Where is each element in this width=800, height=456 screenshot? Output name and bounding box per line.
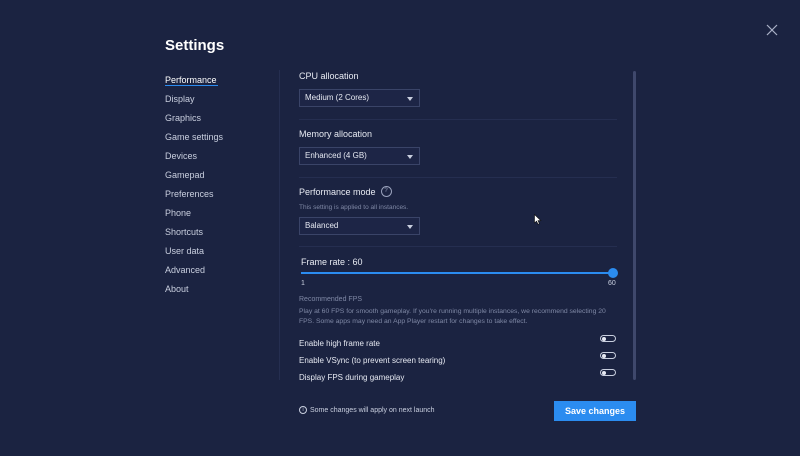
memory-allocation-dropdown[interactable]: Enhanced (4 GB) [299, 147, 420, 165]
frame-rate-section: Frame rate : 60 [301, 257, 363, 267]
mouse-cursor-icon [534, 212, 542, 230]
memory-allocation-value: Enhanced (4 GB) [305, 151, 367, 160]
close-icon[interactable] [764, 22, 780, 38]
frame-rate-slider-thumb[interactable] [608, 268, 618, 278]
cpu-allocation-section: CPU allocation [299, 71, 359, 81]
restart-note: i Some changes will apply on next launch [299, 406, 435, 416]
toggle-knob [602, 353, 606, 358]
page-title: Settings [165, 37, 225, 54]
section-divider [299, 119, 617, 120]
vsync-label: Enable VSync (to prevent screen tearing) [299, 356, 446, 365]
sidebar-item-graphics[interactable]: Graphics [165, 110, 223, 129]
display-fps-toggle[interactable] [600, 369, 616, 376]
sidebar-item-phone[interactable]: Phone [165, 205, 223, 224]
memory-allocation-section: Memory allocation [299, 129, 372, 139]
recommended-fps-title: Recommended FPS [299, 296, 363, 303]
scrollbar[interactable] [633, 71, 636, 380]
performance-mode-label: Performance mode [299, 187, 376, 197]
sidebar-item-devices[interactable]: Devices [165, 148, 223, 167]
section-divider [299, 177, 617, 178]
slider-min-label: 1 [301, 280, 305, 287]
memory-allocation-label: Memory allocation [299, 129, 373, 139]
cpu-allocation-dropdown[interactable]: Medium (2 Cores) [299, 89, 420, 107]
help-icon[interactable]: ? [380, 186, 392, 198]
toggle-knob [602, 336, 606, 341]
sidebar-item-display[interactable]: Display [165, 91, 223, 110]
vsync-toggle[interactable] [600, 352, 616, 359]
sidebar-divider [279, 70, 280, 380]
settings-sidebar: Performance Display Graphics Game settin… [165, 72, 223, 300]
restart-note-text: Some changes will apply on next launch [310, 407, 435, 414]
sidebar-item-about[interactable]: About [165, 281, 223, 300]
high-frame-rate-toggle[interactable] [600, 335, 616, 342]
toggle-knob [602, 370, 606, 375]
performance-mode-subtext: This setting is applied to all instances… [299, 204, 409, 212]
vsync-row: Enable VSync (to prevent screen tearing) [299, 350, 617, 365]
performance-mode-header: Performance mode? [299, 186, 408, 198]
chevron-down-icon [407, 225, 413, 229]
display-fps-row: Display FPS during gameplay [299, 367, 617, 382]
performance-mode-dropdown[interactable]: Balanced [299, 217, 420, 235]
performance-mode-value: Balanced [305, 221, 339, 230]
high-frame-rate-label: Enable high frame rate [299, 339, 380, 348]
sidebar-item-performance[interactable]: Performance [165, 72, 223, 91]
frame-rate-label: Frame rate : 60 [301, 257, 363, 267]
sidebar-item-user-data[interactable]: User data [165, 243, 223, 262]
slider-max-label: 60 [608, 280, 616, 287]
chevron-down-icon [407, 155, 413, 159]
cpu-allocation-value: Medium (2 Cores) [305, 93, 370, 102]
display-fps-label: Display FPS during gameplay [299, 373, 405, 382]
cpu-allocation-label: CPU allocation [299, 71, 359, 81]
save-changes-button[interactable]: Save changes [554, 401, 636, 421]
sidebar-item-game-settings[interactable]: Game settings [165, 129, 223, 148]
sidebar-item-shortcuts[interactable]: Shortcuts [165, 224, 223, 243]
chevron-down-icon [407, 97, 413, 101]
sidebar-item-gamepad[interactable]: Gamepad [165, 167, 223, 186]
section-divider [299, 246, 617, 247]
high-frame-rate-row: Enable high frame rate [299, 333, 617, 348]
sidebar-item-preferences[interactable]: Preferences [165, 186, 223, 205]
frame-rate-slider-track[interactable] [301, 272, 614, 274]
performance-mode-section: Performance mode? This setting is applie… [299, 186, 409, 212]
info-icon: i [299, 406, 307, 415]
sidebar-item-advanced[interactable]: Advanced [165, 262, 223, 281]
recommended-fps-text: Play at 60 FPS for smooth gameplay. If y… [299, 308, 606, 325]
